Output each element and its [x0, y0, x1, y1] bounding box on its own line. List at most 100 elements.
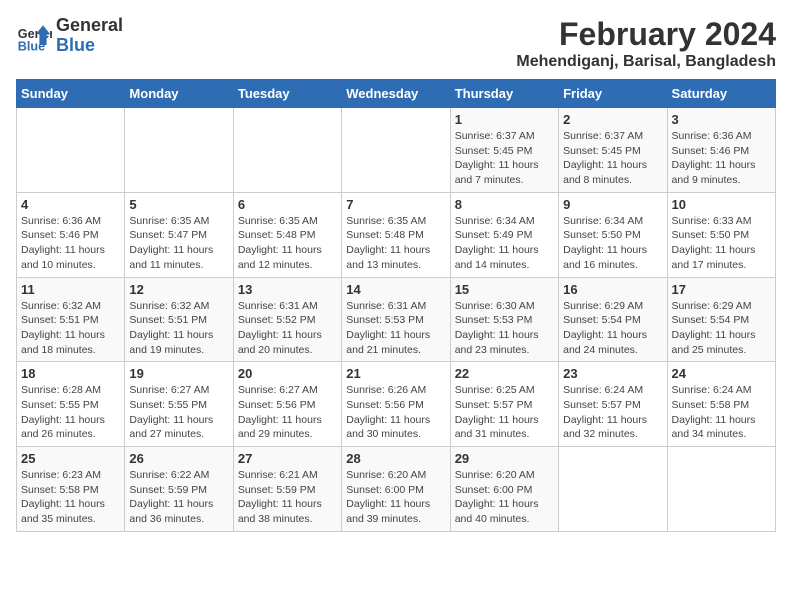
day-number: 5: [129, 197, 228, 212]
day-info: Sunrise: 6:27 AM Sunset: 5:56 PM Dayligh…: [238, 383, 337, 442]
calendar-cell: 7 Sunrise: 6:35 AM Sunset: 5:48 PM Daylig…: [342, 192, 450, 277]
main-title: February 2024: [516, 16, 776, 53]
calendar-cell: [125, 108, 233, 193]
day-number: 21: [346, 366, 445, 381]
weekday-header-cell: Thursday: [450, 80, 558, 108]
day-info: Sunrise: 6:29 AM Sunset: 5:54 PM Dayligh…: [672, 299, 771, 358]
day-info: Sunrise: 6:31 AM Sunset: 5:53 PM Dayligh…: [346, 299, 445, 358]
day-info: Sunrise: 6:20 AM Sunset: 6:00 PM Dayligh…: [346, 468, 445, 527]
calendar-cell: 21 Sunrise: 6:26 AM Sunset: 5:56 PM Dayli…: [342, 362, 450, 447]
day-number: 22: [455, 366, 554, 381]
calendar-cell: 12 Sunrise: 6:32 AM Sunset: 5:51 PM Dayli…: [125, 277, 233, 362]
day-info: Sunrise: 6:29 AM Sunset: 5:54 PM Dayligh…: [563, 299, 662, 358]
day-number: 13: [238, 282, 337, 297]
day-info: Sunrise: 6:37 AM Sunset: 5:45 PM Dayligh…: [563, 129, 662, 188]
calendar-cell: 19 Sunrise: 6:27 AM Sunset: 5:55 PM Dayli…: [125, 362, 233, 447]
day-info: Sunrise: 6:27 AM Sunset: 5:55 PM Dayligh…: [129, 383, 228, 442]
day-number: 3: [672, 112, 771, 127]
calendar-cell: 4 Sunrise: 6:36 AM Sunset: 5:46 PM Daylig…: [17, 192, 125, 277]
day-number: 12: [129, 282, 228, 297]
day-number: 15: [455, 282, 554, 297]
day-info: Sunrise: 6:36 AM Sunset: 5:46 PM Dayligh…: [21, 214, 120, 273]
day-number: 29: [455, 451, 554, 466]
calendar-cell: 27 Sunrise: 6:21 AM Sunset: 5:59 PM Dayli…: [233, 447, 341, 532]
day-info: Sunrise: 6:34 AM Sunset: 5:49 PM Dayligh…: [455, 214, 554, 273]
calendar-cell: 18Sunrise: 6:28 AM Sunset: 5:55 PM Dayli…: [17, 362, 125, 447]
logo-icon: General Blue: [16, 18, 52, 54]
calendar-cell: 2 Sunrise: 6:37 AM Sunset: 5:45 PM Daylig…: [559, 108, 667, 193]
day-info: Sunrise: 6:23 AM Sunset: 5:58 PM Dayligh…: [21, 468, 120, 527]
day-number: 2: [563, 112, 662, 127]
day-info: Sunrise: 6:24 AM Sunset: 5:58 PM Dayligh…: [672, 383, 771, 442]
day-number: 14: [346, 282, 445, 297]
calendar-cell: 10 Sunrise: 6:33 AM Sunset: 5:50 PM Dayli…: [667, 192, 775, 277]
day-info: Sunrise: 6:34 AM Sunset: 5:50 PM Dayligh…: [563, 214, 662, 273]
weekday-header-cell: Monday: [125, 80, 233, 108]
day-info: Sunrise: 6:30 AM Sunset: 5:53 PM Dayligh…: [455, 299, 554, 358]
weekday-header-cell: Sunday: [17, 80, 125, 108]
logo: General Blue General Blue: [16, 16, 123, 56]
calendar-cell: [17, 108, 125, 193]
day-number: 27: [238, 451, 337, 466]
day-number: 16: [563, 282, 662, 297]
day-info: Sunrise: 6:20 AM Sunset: 6:00 PM Dayligh…: [455, 468, 554, 527]
day-info: Sunrise: 6:35 AM Sunset: 5:48 PM Dayligh…: [346, 214, 445, 273]
calendar-cell: 6 Sunrise: 6:35 AM Sunset: 5:48 PM Daylig…: [233, 192, 341, 277]
calendar-cell: 23Sunrise: 6:24 AM Sunset: 5:57 PM Dayli…: [559, 362, 667, 447]
calendar-cell: 9 Sunrise: 6:34 AM Sunset: 5:50 PM Daylig…: [559, 192, 667, 277]
weekday-header-cell: Saturday: [667, 80, 775, 108]
day-info: Sunrise: 6:33 AM Sunset: 5:50 PM Dayligh…: [672, 214, 771, 273]
day-number: 10: [672, 197, 771, 212]
calendar-cell: 26 Sunrise: 6:22 AM Sunset: 5:59 PM Dayli…: [125, 447, 233, 532]
day-info: Sunrise: 6:35 AM Sunset: 5:48 PM Dayligh…: [238, 214, 337, 273]
calendar-cell: 14 Sunrise: 6:31 AM Sunset: 5:53 PM Dayli…: [342, 277, 450, 362]
day-number: 11: [21, 282, 120, 297]
calendar-cell: 29 Sunrise: 6:20 AM Sunset: 6:00 PM Dayli…: [450, 447, 558, 532]
day-number: 7: [346, 197, 445, 212]
day-info: Sunrise: 6:32 AM Sunset: 5:51 PM Dayligh…: [21, 299, 120, 358]
day-number: 4: [21, 197, 120, 212]
calendar-week-row: 25 Sunrise: 6:23 AM Sunset: 5:58 PM Dayli…: [17, 447, 776, 532]
day-number: 20: [238, 366, 337, 381]
day-info: Sunrise: 6:31 AM Sunset: 5:52 PM Dayligh…: [238, 299, 337, 358]
calendar-cell: 8 Sunrise: 6:34 AM Sunset: 5:49 PM Daylig…: [450, 192, 558, 277]
day-info: Sunrise: 6:26 AM Sunset: 5:56 PM Dayligh…: [346, 383, 445, 442]
calendar-cell: 25 Sunrise: 6:23 AM Sunset: 5:58 PM Dayli…: [17, 447, 125, 532]
calendar-table: SundayMondayTuesdayWednesdayThursdayFrid…: [16, 79, 776, 532]
title-area: February 2024 Mehendiganj, Barisal, Bang…: [516, 16, 776, 71]
day-number: 8: [455, 197, 554, 212]
day-number: 6: [238, 197, 337, 212]
day-info: Sunrise: 6:36 AM Sunset: 5:46 PM Dayligh…: [672, 129, 771, 188]
day-number: 24: [672, 366, 771, 381]
calendar-cell: 13 Sunrise: 6:31 AM Sunset: 5:52 PM Dayli…: [233, 277, 341, 362]
day-number: 19: [129, 366, 228, 381]
calendar-cell: [667, 447, 775, 532]
calendar-cell: 11 Sunrise: 6:32 AM Sunset: 5:51 PM Dayli…: [17, 277, 125, 362]
day-info: Sunrise: 6:37 AM Sunset: 5:45 PM Dayligh…: [455, 129, 554, 188]
calendar-cell: [233, 108, 341, 193]
weekday-header-cell: Wednesday: [342, 80, 450, 108]
day-number: 9: [563, 197, 662, 212]
calendar-week-row: 11 Sunrise: 6:32 AM Sunset: 5:51 PM Dayli…: [17, 277, 776, 362]
calendar-cell: 5 Sunrise: 6:35 AM Sunset: 5:47 PM Daylig…: [125, 192, 233, 277]
day-number: 28: [346, 451, 445, 466]
header: General Blue General Blue February 2024 …: [16, 16, 776, 71]
weekday-header-cell: Friday: [559, 80, 667, 108]
day-number: 26: [129, 451, 228, 466]
calendar-cell: 24 Sunrise: 6:24 AM Sunset: 5:58 PM Dayli…: [667, 362, 775, 447]
calendar-cell: [559, 447, 667, 532]
calendar-cell: 1Sunrise: 6:37 AM Sunset: 5:45 PM Daylig…: [450, 108, 558, 193]
day-info: Sunrise: 6:24 AM Sunset: 5:57 PM Dayligh…: [563, 383, 662, 442]
day-info: Sunrise: 6:35 AM Sunset: 5:47 PM Dayligh…: [129, 214, 228, 273]
day-info: Sunrise: 6:32 AM Sunset: 5:51 PM Dayligh…: [129, 299, 228, 358]
weekday-header-cell: Tuesday: [233, 80, 341, 108]
calendar-cell: 15 Sunrise: 6:30 AM Sunset: 5:53 PM Dayli…: [450, 277, 558, 362]
calendar-cell: 22Sunrise: 6:25 AM Sunset: 5:57 PM Dayli…: [450, 362, 558, 447]
calendar-cell: 20 Sunrise: 6:27 AM Sunset: 5:56 PM Dayli…: [233, 362, 341, 447]
calendar-cell: 16 Sunrise: 6:29 AM Sunset: 5:54 PM Dayli…: [559, 277, 667, 362]
day-number: 25: [21, 451, 120, 466]
calendar-cell: 17Sunrise: 6:29 AM Sunset: 5:54 PM Dayli…: [667, 277, 775, 362]
day-info: Sunrise: 6:22 AM Sunset: 5:59 PM Dayligh…: [129, 468, 228, 527]
day-info: Sunrise: 6:21 AM Sunset: 5:59 PM Dayligh…: [238, 468, 337, 527]
weekday-header-row: SundayMondayTuesdayWednesdayThursdayFrid…: [17, 80, 776, 108]
